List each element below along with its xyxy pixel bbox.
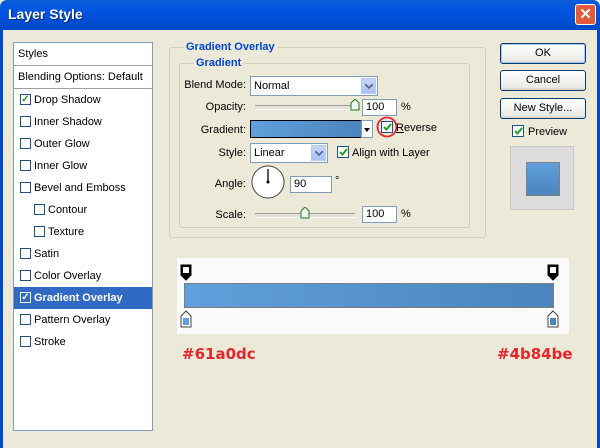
- style-item-contour[interactable]: Contour: [14, 199, 152, 221]
- opacity-slider-thumb[interactable]: [350, 99, 360, 111]
- style-item-satin[interactable]: Satin: [14, 243, 152, 265]
- reverse-label: Reverse: [396, 122, 437, 134]
- opacity-stop-right[interactable]: [547, 264, 559, 282]
- style-item-label: Outer Glow: [34, 138, 90, 150]
- window-title: Layer Style: [8, 6, 83, 22]
- style-item-color-overlay[interactable]: Color Overlay: [14, 265, 152, 287]
- style-label: Style:: [218, 147, 246, 159]
- style-checkbox[interactable]: [34, 226, 45, 237]
- checkmark-icon: [339, 148, 348, 156]
- scale-input[interactable]: 100: [362, 206, 397, 223]
- layer-style-dialog: Layer Style ✕ Styles Blending Options: D…: [0, 0, 600, 448]
- blend-mode-select[interactable]: Normal: [250, 76, 378, 96]
- cancel-button[interactable]: Cancel: [500, 70, 586, 91]
- end-color-label: #4b84be: [497, 345, 573, 363]
- color-stop-right[interactable]: [547, 310, 559, 328]
- close-button[interactable]: ✕: [575, 4, 596, 25]
- style-checkbox[interactable]: [20, 270, 31, 281]
- style-checkbox[interactable]: [20, 116, 31, 127]
- style-item-label: Color Overlay: [34, 270, 102, 282]
- style-item-label: Drop Shadow: [34, 94, 101, 106]
- new-style-button[interactable]: New Style...: [500, 98, 586, 119]
- style-item-label: Pattern Overlay: [34, 314, 111, 326]
- preview-label: Preview: [528, 126, 568, 138]
- style-checkbox[interactable]: ✓: [20, 94, 31, 105]
- style-item-gradient-overlay[interactable]: ✓ Gradient Overlay: [14, 287, 152, 309]
- style-item-label: Bevel and Emboss: [34, 182, 126, 194]
- title-bar[interactable]: Layer Style ✕: [0, 0, 600, 30]
- style-checkbox[interactable]: [20, 182, 31, 193]
- gradient-label: Gradient:: [200, 124, 246, 136]
- style-checkbox[interactable]: [34, 204, 45, 215]
- opacity-percent: %: [401, 101, 411, 113]
- preview-swatch: [526, 162, 560, 196]
- chevron-down-icon: [311, 145, 326, 161]
- style-item-inner-shadow[interactable]: Inner Shadow: [14, 111, 152, 133]
- preview-box: [510, 146, 574, 210]
- opacity-label: Opacity:: [205, 101, 246, 113]
- align-with-layer-checkbox[interactable]: [337, 146, 349, 158]
- style-item-inner-glow[interactable]: Inner Glow: [14, 155, 152, 177]
- style-item-bevel-and-emboss[interactable]: Bevel and Emboss: [14, 177, 152, 199]
- group-title: Gradient Overlay: [184, 41, 277, 53]
- style-checkbox[interactable]: [20, 138, 31, 149]
- angle-label: Angle:: [214, 178, 246, 190]
- color-stop-left[interactable]: [180, 310, 192, 328]
- style-item-drop-shadow[interactable]: ✓ Drop Shadow: [14, 89, 152, 111]
- style-checkbox[interactable]: [20, 160, 31, 171]
- degree-symbol: °: [335, 175, 340, 187]
- scale-percent: %: [401, 208, 411, 220]
- blending-options-item[interactable]: Blending Options: Default: [14, 66, 152, 88]
- scale-label: Scale:: [215, 209, 246, 221]
- close-icon: ✕: [579, 6, 592, 23]
- gradient-swatch[interactable]: [250, 120, 362, 138]
- angle-input[interactable]: 90: [290, 176, 332, 193]
- style-item-label: Inner Shadow: [34, 116, 102, 128]
- opacity-slider[interactable]: [255, 105, 355, 110]
- subgroup-title: Gradient: [194, 57, 244, 69]
- align-with-layer-label: Align with Layer: [352, 147, 430, 159]
- gradient-picker-arrow[interactable]: [361, 120, 373, 138]
- style-checkbox[interactable]: [20, 248, 31, 259]
- style-item-label: Gradient Overlay: [34, 292, 123, 304]
- start-color-label: #61a0dc: [182, 345, 256, 363]
- angle-dial[interactable]: [250, 164, 286, 200]
- style-item-pattern-overlay[interactable]: Pattern Overlay: [14, 309, 152, 331]
- style-item-label: Contour: [48, 204, 88, 216]
- style-checkbox[interactable]: [20, 314, 31, 325]
- window-border-left: [0, 30, 3, 448]
- chevron-down-icon: [361, 78, 376, 94]
- style-checkbox[interactable]: ✓: [20, 292, 31, 303]
- style-item-label: Inner Glow: [34, 160, 88, 172]
- preview-checkbox[interactable]: [512, 125, 524, 137]
- ok-button[interactable]: OK: [500, 43, 586, 64]
- highlight-circle: [376, 116, 398, 138]
- blend-mode-label: Blend Mode:: [184, 79, 246, 91]
- style-item-stroke[interactable]: Stroke: [14, 331, 152, 353]
- style-item-outer-glow[interactable]: Outer Glow: [14, 133, 152, 155]
- opacity-input[interactable]: 100: [362, 99, 397, 116]
- style-select[interactable]: Linear: [250, 143, 328, 163]
- reverse-label-rest: everse: [403, 122, 437, 134]
- style-item-label: Stroke: [34, 336, 66, 348]
- style-item-texture[interactable]: Texture: [14, 221, 152, 243]
- style-item-label: Satin: [34, 248, 60, 260]
- opacity-stop-left[interactable]: [180, 264, 192, 282]
- styles-list: Styles Blending Options: Default ✓ Drop S…: [13, 42, 153, 431]
- style-checkbox[interactable]: [20, 336, 31, 347]
- scale-slider-thumb[interactable]: [300, 207, 310, 219]
- style-item-label: Texture: [48, 226, 85, 238]
- styles-header[interactable]: Styles: [14, 43, 152, 65]
- triangle-down-icon: [364, 128, 370, 132]
- checkmark-icon: [514, 127, 523, 135]
- gradient-bar[interactable]: [184, 283, 554, 308]
